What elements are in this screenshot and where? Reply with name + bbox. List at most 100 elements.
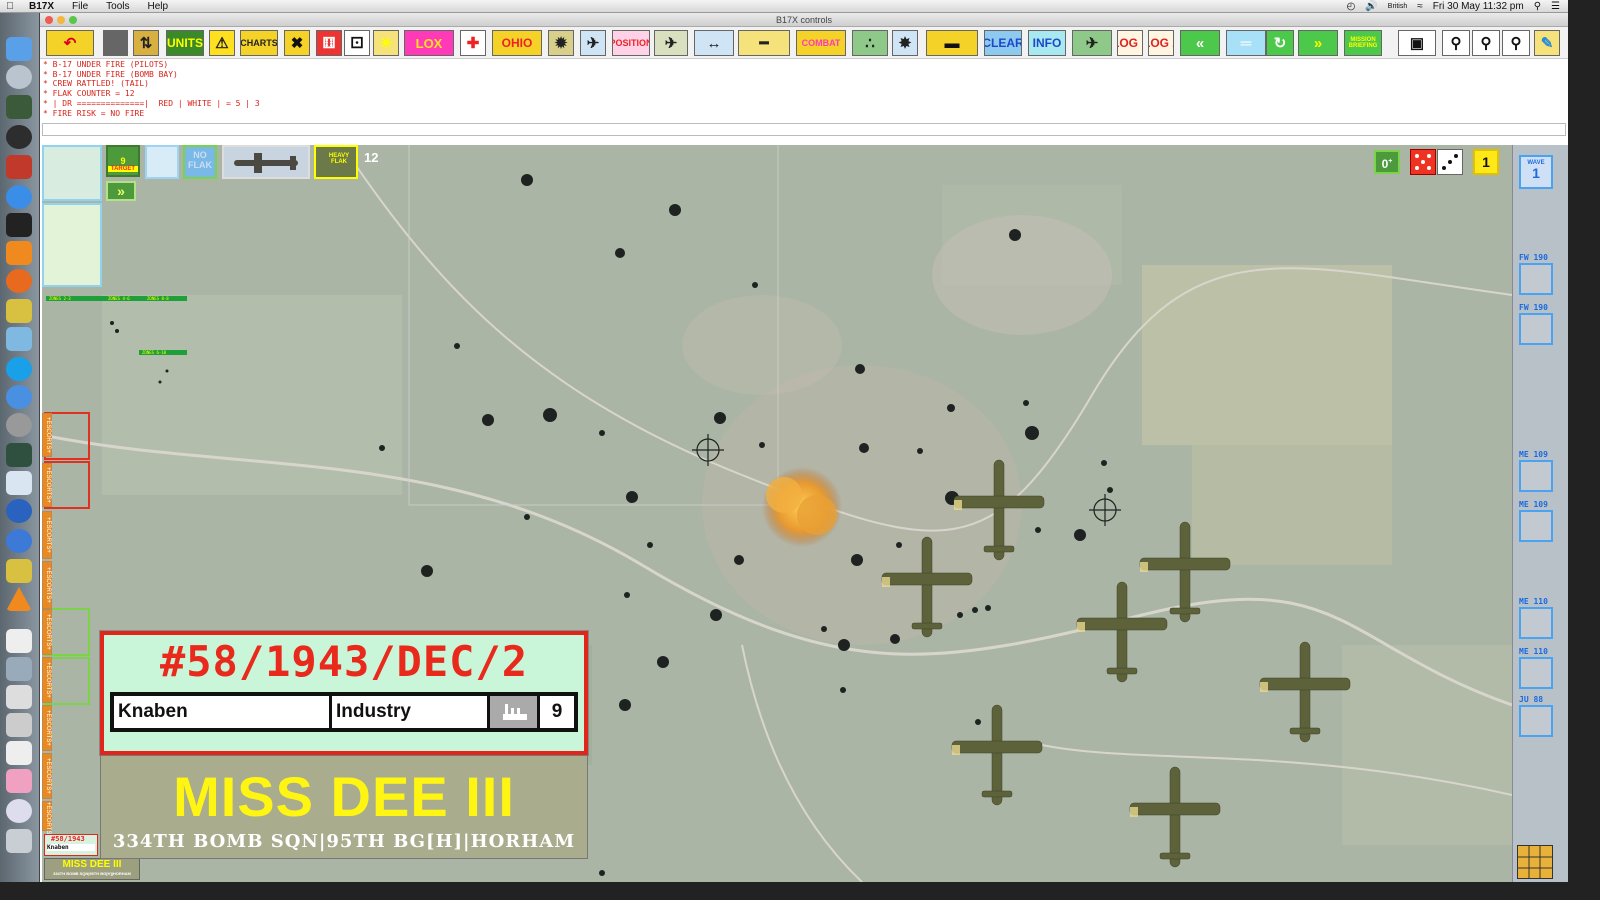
red-cross-button[interactable]: ✚ <box>460 30 486 56</box>
menu-tools[interactable]: Tools <box>97 1 138 12</box>
fast-forward-button[interactable]: » <box>1298 30 1338 56</box>
launchpad-icon[interactable] <box>6 65 32 89</box>
volume-icon[interactable]: 🔊 <box>1365 1 1377 12</box>
plane-side-button[interactable]: ✈ <box>654 30 688 56</box>
heavy-flak-counter[interactable]: HEAVY FLAK <box>314 145 358 179</box>
downloads-icon[interactable] <box>6 799 32 823</box>
plane-card[interactable]: MISS DEE III 334TH BOMB SQN|95TH BG[H]|H… <box>100 755 588 859</box>
sun-button[interactable]: ☀ <box>373 30 399 56</box>
finder-icon[interactable] <box>6 37 32 61</box>
close-x-button[interactable]: ✖ <box>284 30 310 56</box>
document-icon-2[interactable] <box>6 657 32 681</box>
burst-button[interactable]: ✹ <box>548 30 574 56</box>
clock[interactable]: Fri 30 May 11:32 pm <box>1433 1 1524 12</box>
log-2-button[interactable]: LOG 2 <box>1148 30 1174 56</box>
units-button[interactable]: UNITS <box>166 30 204 56</box>
qbittorrent-icon[interactable] <box>6 529 32 553</box>
spotlight-icon[interactable]: ⚲ <box>1534 1 1541 12</box>
clear-button[interactable]: CLEAR <box>984 30 1022 56</box>
target-counter[interactable]: 9 TARGET <box>106 145 140 177</box>
menu-help[interactable]: Help <box>139 1 178 12</box>
document-icon-1[interactable] <box>6 629 32 653</box>
log-1-button[interactable]: LOG 1 <box>1117 30 1143 56</box>
white-die-icon[interactable] <box>1437 149 1463 175</box>
dice-one-button[interactable]: ⚀ <box>344 30 370 56</box>
command-input[interactable] <box>42 123 1566 136</box>
map-board[interactable]: 9 TARGET » NO FLAK HEAVY FLAK 12 ZONES 2… <box>42 145 1512 882</box>
dice-six-button[interactable]: ⚅ <box>316 30 342 56</box>
wifi-icon[interactable]: ≈ <box>1417 1 1423 12</box>
minimize-window-icon[interactable] <box>57 16 65 24</box>
fighter-slot-me-110[interactable] <box>1519 657 1553 689</box>
formation-button[interactable]: ∴ <box>852 30 888 56</box>
grid-menu-icon[interactable] <box>1517 845 1553 879</box>
flak-burst-button[interactable]: ✸ <box>892 30 918 56</box>
info-button[interactable]: INFO <box>1028 30 1066 56</box>
time-machine-icon[interactable]: ◴ <box>1347 1 1356 12</box>
fighter-slot-me-109[interactable] <box>1519 510 1553 542</box>
itunes-icon[interactable] <box>6 185 32 209</box>
keyhole-2-button[interactable]: ⚲ <box>1472 30 1500 56</box>
document-icon-3[interactable] <box>6 685 32 709</box>
mini-plane-card[interactable]: MISS DEE III 334TH BOMB SQN|95TH BG[H]|H… <box>44 858 140 880</box>
target-card[interactable]: #58/1943/DEC/2 Knaben Industry 9 <box>99 630 589 756</box>
activity-monitor-icon[interactable] <box>6 443 32 467</box>
input-language[interactable]: British <box>1388 3 1407 10</box>
bomber-card[interactable] <box>222 145 310 179</box>
apple-menu-icon[interactable]:  <box>0 1 20 12</box>
ibooks-icon[interactable] <box>6 241 32 265</box>
charts-button[interactable]: CHARTS <box>240 30 278 56</box>
zoom-window-icon[interactable] <box>69 16 77 24</box>
tools-icon[interactable] <box>6 299 32 323</box>
blank-square-button[interactable] <box>103 30 128 56</box>
lox-button[interactable]: LOX <box>404 30 454 56</box>
swap-arrows-button[interactable]: ⇅ <box>133 30 159 56</box>
mission-control-icon[interactable] <box>6 95 32 119</box>
gun-button[interactable]: ━ <box>738 30 790 56</box>
mini-mission-card[interactable]: #58/1943 Knaben <box>44 834 98 856</box>
pen-button[interactable]: ✎ <box>1534 30 1560 56</box>
return-arrow-button[interactable]: ↻ <box>1266 30 1294 56</box>
document-icon-5[interactable] <box>6 741 32 765</box>
script-editor-icon[interactable] <box>6 559 32 583</box>
combat-button[interactable]: COMBAT <box>796 30 846 56</box>
firefox-icon[interactable] <box>6 269 32 293</box>
wave-counter[interactable]: WAVE 1 <box>1519 155 1553 189</box>
document-icon-4[interactable] <box>6 713 32 737</box>
turn-counter[interactable]: 1 <box>1473 149 1499 175</box>
system-preferences-icon[interactable] <box>6 413 32 437</box>
game-icon[interactable] <box>6 213 32 237</box>
camera-button[interactable]: ▣ <box>1398 30 1436 56</box>
fighter-slot-fw-190[interactable] <box>1519 313 1553 345</box>
altitude-chart[interactable] <box>42 145 102 201</box>
ohio-button[interactable]: OHIO <box>492 30 542 56</box>
undo-arrow-button[interactable]: ↶ <box>46 30 94 56</box>
thunderbird-icon[interactable] <box>6 499 32 523</box>
plane-arrows-button[interactable]: ↔ <box>694 30 734 56</box>
fighter-slot-me-110[interactable] <box>1519 607 1553 639</box>
warning-badge-button[interactable]: ⚠ <box>209 30 235 56</box>
dashboard-icon[interactable] <box>6 125 32 149</box>
fighter-slot-ju-88[interactable] <box>1519 705 1553 737</box>
fish-icon[interactable] <box>6 327 32 351</box>
fighter-slot-me-109[interactable] <box>1519 460 1553 492</box>
keyhole-1-button[interactable]: ⚲ <box>1442 30 1470 56</box>
menu-app-name[interactable]: B17X <box>20 1 63 12</box>
trash-icon[interactable] <box>6 829 32 853</box>
close-window-icon[interactable] <box>45 16 53 24</box>
fast-forward-button[interactable]: » <box>106 181 136 201</box>
vlc-icon[interactable] <box>6 587 32 611</box>
app-store-icon[interactable] <box>6 385 32 409</box>
contrail-button[interactable]: ═ <box>1226 30 1266 56</box>
preview-icon[interactable] <box>6 471 32 495</box>
photo-booth-icon[interactable] <box>6 155 32 179</box>
rewind-button[interactable]: « <box>1180 30 1220 56</box>
plane-button[interactable]: ✈ <box>580 30 606 56</box>
altitude-badge[interactable]: 0+ <box>1374 150 1400 174</box>
mission-briefing-button[interactable]: MISSION BRIEFING <box>1344 30 1382 56</box>
fighter-slot-fw-190[interactable] <box>1519 263 1553 295</box>
fighter-button[interactable]: ✈ <box>1072 30 1112 56</box>
keyhole-3-button[interactable]: ⚲ <box>1502 30 1530 56</box>
bomb-button[interactable]: ▬ <box>926 30 978 56</box>
red-die-icon[interactable] <box>1410 149 1436 175</box>
